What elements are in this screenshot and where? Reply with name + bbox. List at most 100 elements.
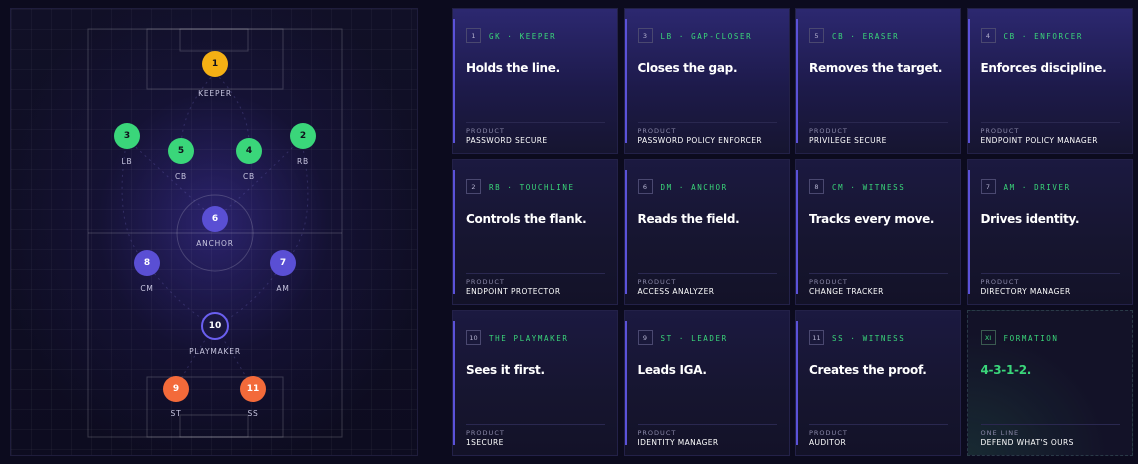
card-accent-bar	[796, 321, 798, 445]
card-role: DM · ANCHOR	[660, 183, 728, 192]
card-number-badge: 3	[637, 28, 653, 43]
card-accent-bar	[624, 321, 627, 445]
player-position-label: ST	[170, 409, 182, 418]
card-product-label: PRODUCT	[637, 278, 677, 286]
card-role: CM · WITNESS	[832, 183, 906, 192]
card-accent-bar	[967, 19, 970, 143]
card-number-badge: 4	[980, 28, 996, 43]
card-divider	[466, 424, 605, 425]
card-headline: Sees it first.	[466, 363, 545, 377]
card-divider	[637, 122, 777, 123]
player-position-label: CM	[140, 284, 154, 293]
card-number-badge: 9	[637, 330, 653, 345]
card-accent-bar	[453, 19, 455, 143]
card-headline: Reads the field.	[637, 212, 740, 226]
player-node-11[interactable]: 11	[240, 376, 266, 402]
card-accent-bar	[453, 170, 455, 294]
player-card[interactable]: 3 LB · GAP-CLOSER Closes the gap. PRODUCT PA…	[623, 8, 790, 154]
card-product-label: PRODUCT	[466, 429, 505, 437]
card-product-name: ENDPOINT POLICY MANAGER	[980, 136, 1098, 145]
player-card[interactable]: 11 SS · WITNESS Creates the proof. PRODUCT A…	[795, 310, 961, 456]
player-card[interactable]: 10 THE PLAYMAKER Sees it first. PRODUCT 1SEC…	[452, 310, 618, 456]
player-node-3[interactable]: 3	[114, 123, 140, 149]
card-divider	[637, 424, 777, 425]
player-card[interactable]: 9 ST · LEADER Leads IGA. PRODUCT IDENTITY MA…	[623, 310, 790, 456]
card-role: LB · GAP-CLOSER	[660, 32, 753, 41]
card-product-name: PASSWORD SECURE	[466, 136, 548, 145]
player-position-label: SS	[247, 409, 259, 418]
player-position-label: PLAYMAKER	[189, 347, 241, 356]
card-accent-bar	[967, 170, 970, 294]
player-card[interactable]: 4 CB · ENFORCER Enforces discipline. PRODUC…	[966, 8, 1133, 154]
card-product-name: ENDPOINT PROTECTOR	[466, 287, 561, 296]
card-divider	[809, 273, 948, 274]
card-role: AM · DRIVER	[1003, 183, 1071, 192]
player-card[interactable]: 1 GK · KEEPER Holds the line. PRODUCT PASSWO…	[452, 8, 618, 154]
card-headline: Holds the line.	[466, 61, 560, 75]
formation-card[interactable]: XI FORMATION 4-3-1-2. ONE LINE DEFEND WHAT'S…	[966, 310, 1133, 456]
card-role: SS · WITNESS	[832, 334, 906, 343]
card-divider	[980, 424, 1120, 425]
player-position-label: KEEPER	[198, 89, 232, 98]
card-product-name: ACCESS ANALYZER	[637, 287, 715, 296]
card-product-label: PRODUCT	[809, 429, 848, 437]
card-divider	[980, 273, 1120, 274]
player-position-label: CB	[243, 172, 255, 181]
card-headline: Tracks every move.	[809, 212, 935, 226]
player-cards-grid: 1 GK · KEEPER Holds the line. PRODUCT PASSWO…	[452, 8, 1138, 456]
card-product-label: PRODUCT	[980, 278, 1020, 286]
player-card[interactable]: 6 DM · ANCHOR Reads the field. PRODUCT ACCES…	[623, 159, 790, 305]
card-role: RB · TOUCHLINE	[489, 183, 575, 192]
card-role: FORMATION	[1003, 334, 1059, 343]
card-accent-bar	[796, 19, 798, 143]
player-node-2[interactable]: 2	[290, 123, 316, 149]
card-divider	[809, 122, 948, 123]
player-position-label: ANCHOR	[196, 239, 234, 248]
player-node-9[interactable]: 9	[163, 376, 189, 402]
card-headline: Enforces discipline.	[980, 61, 1107, 75]
card-number-badge: XI	[980, 330, 996, 345]
card-product-name: PRIVILEGE SECURE	[809, 136, 887, 145]
player-card[interactable]: 5 CB · ERASER Removes the target. PRODUCT PR…	[795, 8, 961, 154]
card-headline: Closes the gap.	[637, 61, 738, 75]
player-node-4[interactable]: 4	[236, 138, 262, 164]
card-accent-bar	[624, 19, 627, 143]
card-product-label: PRODUCT	[466, 278, 505, 286]
player-position-label: CB	[175, 172, 187, 181]
card-product-name: CHANGE TRACKER	[809, 287, 884, 296]
card-product-label: PRODUCT	[637, 429, 677, 437]
player-card[interactable]: 8 CM · WITNESS Tracks every move. PRODUCT CH…	[795, 159, 961, 305]
card-product-label: PRODUCT	[466, 127, 505, 135]
card-product-name: DIRECTORY MANAGER	[980, 287, 1071, 296]
card-divider	[980, 122, 1120, 123]
card-divider	[466, 273, 605, 274]
card-headline: Drives identity.	[980, 212, 1080, 226]
player-position-label: RB	[297, 157, 309, 166]
card-accent-bar	[624, 170, 627, 294]
card-product-label: PRODUCT	[809, 127, 848, 135]
card-product-name: DEFEND WHAT'S OURS	[980, 438, 1074, 447]
card-headline: Removes the target.	[809, 61, 943, 75]
player-node-5[interactable]: 5	[168, 138, 194, 164]
card-headline: Leads IGA.	[637, 363, 707, 377]
card-product-label: PRODUCT	[809, 278, 848, 286]
card-role: CB · ENFORCER	[1003, 32, 1083, 41]
player-node-1[interactable]: 1	[202, 51, 228, 77]
player-card[interactable]: 7 AM · DRIVER Drives identity. PRODUCT DIREC…	[966, 159, 1133, 305]
card-product-label: ONE LINE	[980, 429, 1020, 437]
card-number-badge: 1	[466, 28, 481, 43]
player-card[interactable]: 2 RB · TOUCHLINE Controls the flank. PRODUC…	[452, 159, 618, 305]
player-position-label: LB	[121, 157, 133, 166]
card-product-label: PRODUCT	[637, 127, 677, 135]
card-headline: Creates the proof.	[809, 363, 927, 377]
card-role: ST · LEADER	[660, 334, 728, 343]
player-node-6[interactable]: 6	[202, 206, 228, 232]
player-node-10[interactable]: 10	[201, 312, 229, 340]
card-role: THE PLAYMAKER	[489, 334, 569, 343]
card-accent-bar	[453, 321, 455, 445]
card-number-badge: 6	[637, 179, 653, 194]
card-product-name: PASSWORD POLICY ENFORCER	[637, 136, 762, 145]
card-product-name: 1SECURE	[466, 438, 504, 447]
player-node-8[interactable]: 8	[134, 250, 160, 276]
player-node-7[interactable]: 7	[270, 250, 296, 276]
